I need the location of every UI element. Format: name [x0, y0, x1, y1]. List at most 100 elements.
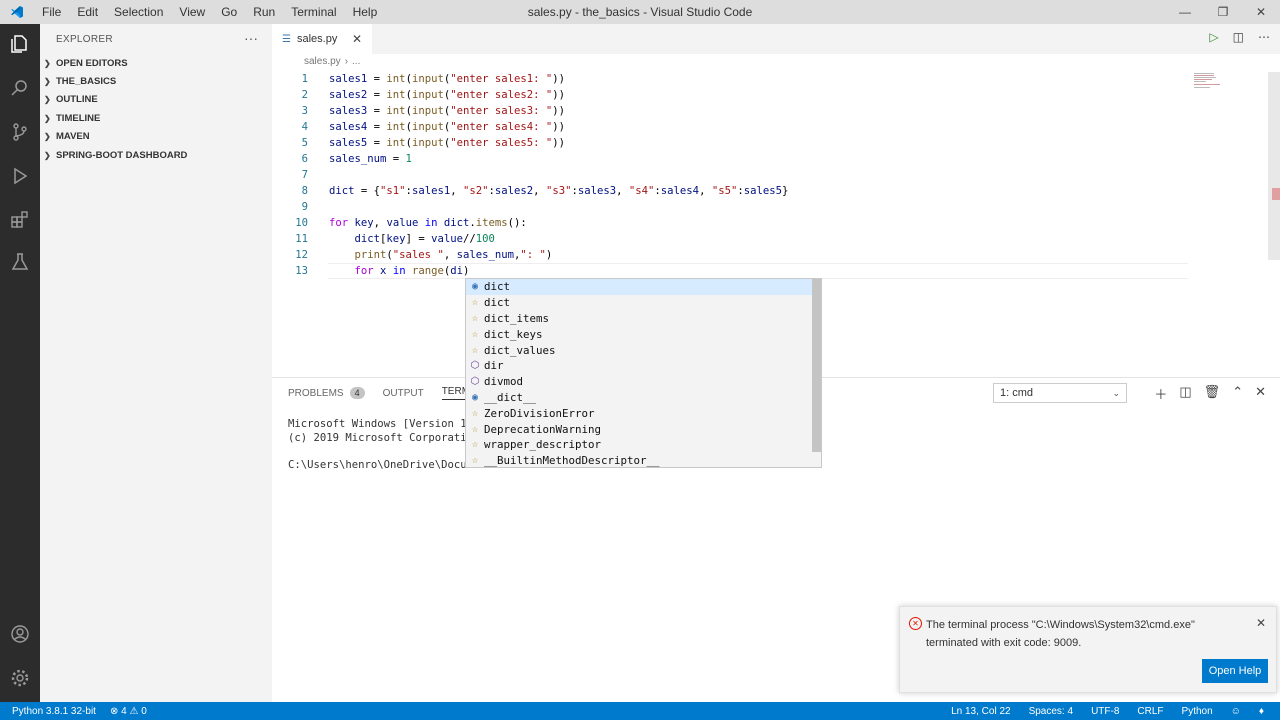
class-icon: ☆ [471, 344, 479, 356]
settings-gear-icon[interactable] [0, 658, 40, 698]
open-help-button[interactable]: Open Help [1202, 659, 1268, 683]
new-terminal-icon[interactable]: ＋ [1154, 384, 1167, 403]
testing-flask-icon[interactable] [0, 242, 40, 282]
line-number: 1 [301, 73, 308, 85]
sidebar-section-open-editors[interactable]: ❯ OPEN EDITORS [40, 54, 272, 72]
code-line: 4 sales4 = int(input("enter sales4: ")) [272, 119, 1272, 135]
encoding[interactable]: UTF-8 [1091, 706, 1119, 717]
sidebar-section-label: OUTLINE [56, 94, 98, 106]
problems-count-badge: 4 [349, 387, 365, 399]
close-window-icon[interactable]: ✕ [1242, 0, 1280, 24]
chevron-right-icon: ❯ [44, 113, 51, 123]
class-icon: ☆ [471, 455, 479, 466]
account-icon[interactable] [0, 614, 40, 654]
trash-icon[interactable]: 🗑 [1204, 384, 1221, 403]
menu-view[interactable]: View [171, 0, 213, 24]
maximize-icon[interactable]: ❐ [1204, 0, 1242, 24]
split-editor-icon[interactable]: ◫ [1233, 30, 1244, 44]
menu-terminal[interactable]: Terminal [283, 0, 344, 24]
sidebar-section-outline[interactable]: ❯ OUTLINE [40, 91, 272, 109]
class-icon: ☆ [471, 423, 479, 435]
menu-run[interactable]: Run [245, 0, 283, 24]
code-line: 6 sales_num = 1 [272, 151, 1272, 167]
end-of-line[interactable]: CRLF [1137, 706, 1163, 717]
close-tab-icon[interactable]: ✕ [352, 32, 362, 46]
explorer-icon[interactable] [0, 24, 40, 64]
suggestion-item[interactable]: ⬡ dir [466, 358, 814, 374]
run-file-icon[interactable]: ▷ [1209, 30, 1218, 44]
suggest-scrollbar[interactable] [812, 279, 821, 452]
panel-actions: ＋ ◫ 🗑 ⌃ ✕ [1154, 384, 1266, 403]
code-text: sales_num = 1 [329, 153, 412, 165]
chevron-up-icon[interactable]: ⌃ [1232, 384, 1243, 403]
menu-selection[interactable]: Selection [106, 0, 171, 24]
chevron-down-icon: ⌄ [1112, 388, 1120, 398]
chevron-right-icon: ❯ [44, 132, 51, 142]
terminal-select[interactable]: 1: cmd ⌄ [993, 383, 1127, 403]
editor-tab-bar: ☰ sales.py ✕ ▷ ◫ ⋯ [272, 24, 1280, 54]
line-number: 13 [295, 265, 308, 277]
tab-sales-py[interactable]: ☰ sales.py ✕ [272, 24, 372, 54]
sidebar-section-timeline[interactable]: ❯ TIMELINE [40, 109, 272, 127]
suggestion-item[interactable]: ◉ dict [466, 279, 814, 295]
sidebar-section-label: SPRING-BOOT DASHBOARD [56, 149, 188, 161]
window-controls: — ❐ ✕ [1166, 0, 1280, 24]
line-number: 5 [301, 137, 308, 149]
variable-icon: ◉ [471, 391, 479, 403]
menu-help[interactable]: Help [345, 0, 386, 24]
breadcrumb-more[interactable]: ... [352, 56, 360, 67]
code-text: sales2 = int(input("enter sales2: ")) [329, 89, 566, 101]
suggestion-item[interactable]: ☆ ZeroDivisionError [466, 406, 814, 422]
breadcrumb-file[interactable]: sales.py [304, 56, 341, 67]
class-icon: ☆ [471, 407, 479, 419]
line-number: 2 [301, 89, 308, 101]
notifications-bell-icon[interactable]: ♦ [1259, 706, 1264, 717]
sidebar-section-maven[interactable]: ❯ MAVEN [40, 128, 272, 146]
cursor-position[interactable]: Ln 13, Col 22 [951, 706, 1011, 717]
suggestion-item[interactable]: ☆ DeprecationWarning [466, 422, 814, 438]
split-terminal-icon[interactable]: ◫ [1179, 384, 1191, 403]
extensions-icon[interactable] [0, 200, 40, 240]
editor-scrollbar[interactable] [1268, 72, 1280, 260]
line-number: 10 [295, 217, 308, 229]
tab-problems[interactable]: PROBLEMS 4 [288, 386, 365, 400]
suggestion-item[interactable]: ☆ __BuiltinMethodDescriptor__ [466, 453, 814, 467]
suggestion-item[interactable]: ◉ __dict__ [466, 390, 814, 406]
menu-file[interactable]: File [34, 0, 69, 24]
close-panel-icon[interactable]: ✕ [1255, 384, 1266, 403]
sidebar-section-spring-boot-dashboard[interactable]: ❯ SPRING-BOOT DASHBOARD [40, 146, 272, 164]
more-actions-icon[interactable]: ⋯ [1258, 30, 1270, 44]
minimap[interactable] [1194, 72, 1220, 90]
source-control-icon[interactable] [0, 112, 40, 152]
search-icon[interactable] [0, 68, 40, 108]
code-text: sales3 = int(input("enter sales3: ")) [329, 105, 566, 117]
run-debug-icon[interactable] [0, 156, 40, 196]
code-text: sales5 = int(input("enter sales5: ")) [329, 137, 566, 149]
more-actions-icon[interactable]: ··· [244, 30, 258, 46]
menu-go[interactable]: Go [213, 0, 245, 24]
minimize-icon[interactable]: — [1166, 0, 1204, 24]
breadcrumb: sales.py › ... [304, 56, 361, 67]
sidebar-section-label: MAVEN [56, 131, 90, 143]
problems-status[interactable]: ⊗ 4 ⚠ 0 [110, 706, 147, 717]
suggestion-item[interactable]: ⬡ divmod [466, 374, 814, 390]
feedback-icon[interactable]: ☺ [1231, 706, 1241, 717]
class-icon: ☆ [471, 439, 479, 450]
close-notification-icon[interactable]: ✕ [1256, 616, 1266, 630]
suggestion-item[interactable]: ☆ dict [466, 295, 814, 311]
code-line: 8 dict = {"s1":sales1, "s2":sales2, "s3":… [272, 183, 1272, 199]
python-interpreter[interactable]: Python 3.8.1 32-bit [12, 706, 96, 717]
language-mode[interactable]: Python [1182, 706, 1213, 717]
code-line: 1 sales1 = int(input("enter sales1: ")) [272, 71, 1272, 87]
tab-output[interactable]: OUTPUT [383, 386, 424, 400]
menu-edit[interactable]: Edit [69, 0, 106, 24]
suggestion-item[interactable]: ☆ dict_values [466, 343, 814, 359]
suggestion-item[interactable]: ☆ dict_items [466, 311, 814, 327]
code-line: 5 sales5 = int(input("enter sales5: ")) [272, 135, 1272, 151]
indentation[interactable]: Spaces: 4 [1029, 706, 1073, 717]
suggestion-item[interactable]: ☆ wrapper_descriptor [466, 437, 814, 453]
chevron-right-icon: ❯ [44, 77, 51, 87]
suggestion-item[interactable]: ☆ dict_keys [466, 327, 814, 343]
sidebar-section-the-basics[interactable]: ❯ THE_BASICS [40, 72, 272, 90]
terminal-output[interactable]: Microsoft Windows [Version 10 (c) 2019 Mi… [288, 418, 473, 472]
